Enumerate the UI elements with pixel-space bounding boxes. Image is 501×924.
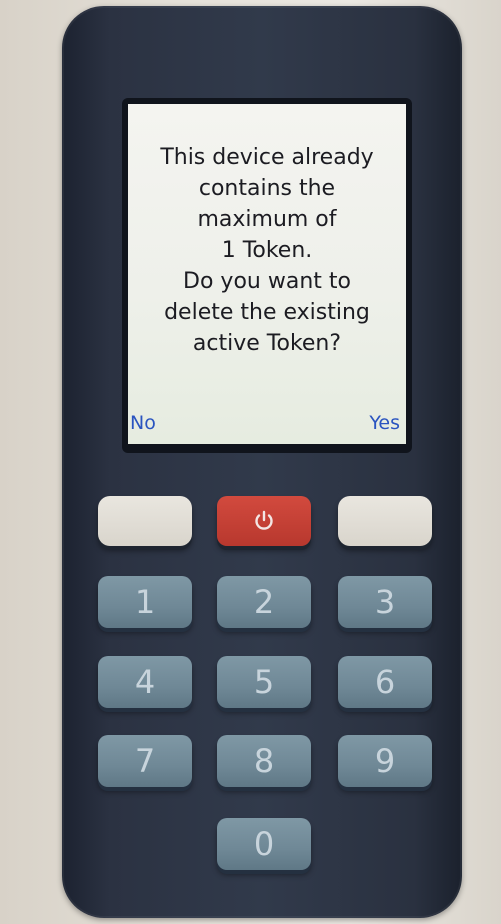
message-line: contains the [198,176,336,201]
message-line: 1 Token. [221,238,313,263]
key-1[interactable]: 1 [98,576,192,628]
message-line: delete the existing [164,300,370,325]
message-line: maximum of [197,207,337,232]
message-line: active Token? [192,331,342,356]
soft-label-no: No [130,412,156,434]
key-2[interactable]: 2 [217,576,311,628]
screen-bezel: This device already contains the maximum… [122,98,412,453]
key-9[interactable]: 9 [338,735,432,787]
message-line: This device already [160,145,374,170]
device-screen: This device already contains the maximum… [128,104,406,444]
key-4[interactable]: 4 [98,656,192,708]
key-3[interactable]: 3 [338,576,432,628]
message-line: Do you want to [183,269,351,294]
token-device: This device already contains the maximum… [62,6,462,918]
soft-label-yes: Yes [369,412,400,434]
right-soft-key-yes[interactable] [338,496,432,546]
key-8[interactable]: 8 [217,735,311,787]
screen-message: This device already contains the maximum… [128,142,406,359]
power-button[interactable] [217,496,311,546]
key-7[interactable]: 7 [98,735,192,787]
key-5[interactable]: 5 [217,656,311,708]
left-soft-key-no[interactable] [98,496,192,546]
photo-scene: This device already contains the maximum… [0,0,501,924]
key-0[interactable]: 0 [217,818,311,870]
power-icon [255,510,273,530]
key-6[interactable]: 6 [338,656,432,708]
